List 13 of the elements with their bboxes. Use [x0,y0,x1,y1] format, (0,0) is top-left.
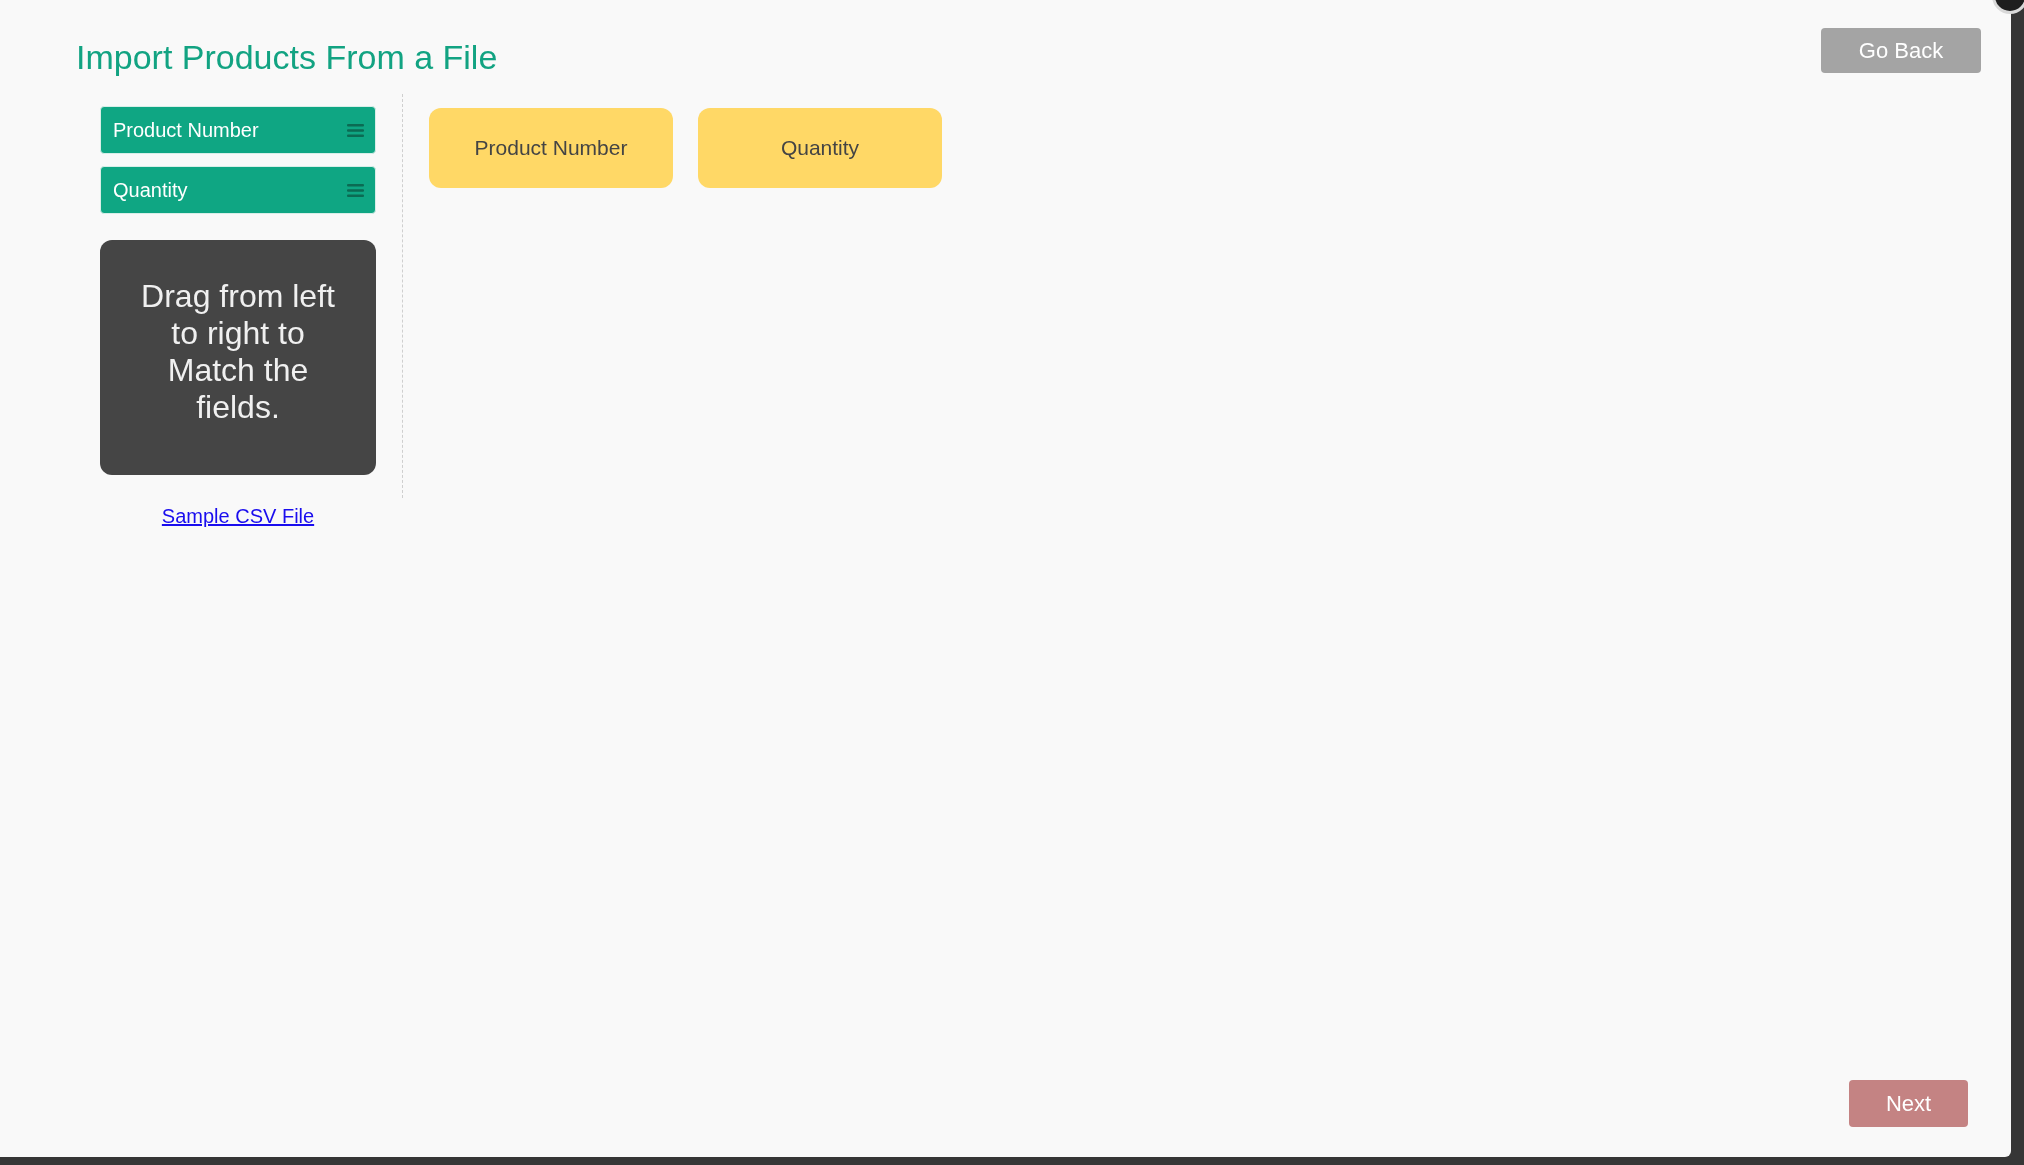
target-field[interactable]: Quantity [698,108,942,188]
drag-handle-icon[interactable] [347,123,364,137]
page-title: Import Products From a File [76,37,498,77]
go-back-button[interactable]: Go Back [1821,28,1981,73]
field-label: Quantity [113,178,188,203]
target-field[interactable]: Product Number [429,108,673,188]
sample-csv-link[interactable]: Sample CSV File [161,504,315,528]
source-field[interactable]: Product Number [100,106,376,154]
source-field[interactable]: Quantity [100,166,376,214]
instruction-text: Drag from left to right to Match the fields. [140,278,336,426]
field-label: Product Number [113,118,259,143]
drag-handle-icon[interactable] [347,183,364,197]
next-button[interactable]: Next [1849,1080,1968,1127]
